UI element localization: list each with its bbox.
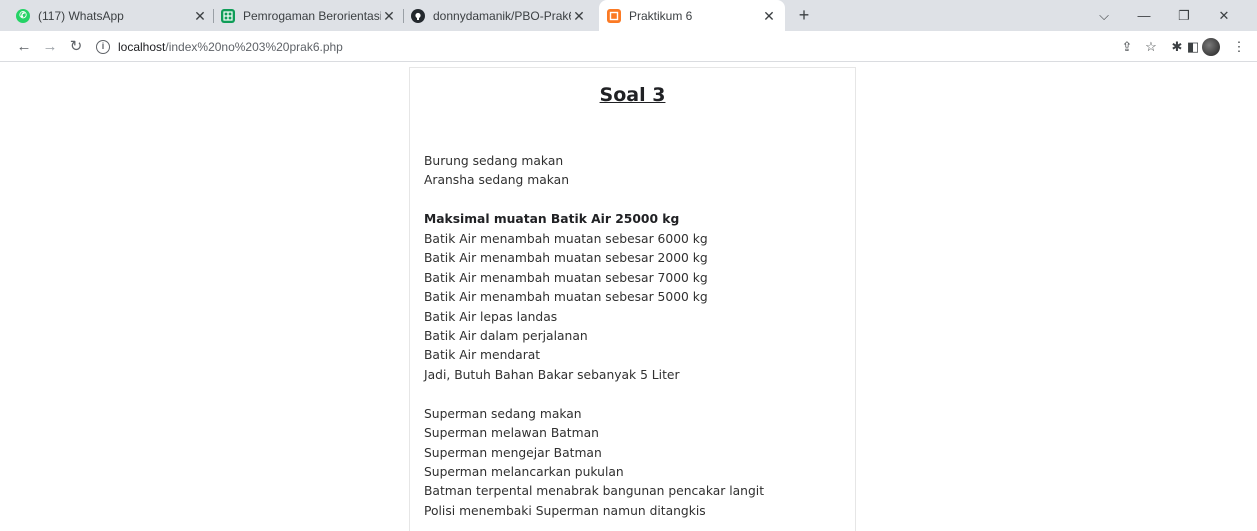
output-line: Polisi menembaki Superman namun ditangki… <box>424 503 706 518</box>
output-line: Burung sedang makan <box>424 154 564 168</box>
tab-strip: ✆ (117) WhatsApp ✕ Pemrogaman Berorienta… <box>0 0 1257 31</box>
close-window-button[interactable]: ✕ <box>1204 0 1244 31</box>
whatsapp-icon: ✆ <box>16 8 30 23</box>
tab-title: Pemrogaman Berorientasi Objek <box>243 8 381 23</box>
address-bar[interactable]: i localhost/index%20no%203%20prak6.php <box>96 36 1096 58</box>
side-panel-icon: ◧ <box>1186 39 1200 54</box>
reload-button[interactable]: ↻ <box>66 37 86 57</box>
close-icon[interactable]: ✕ <box>381 8 397 24</box>
chevron-down-icon: ⌵ <box>1099 7 1109 23</box>
xampp-icon <box>607 8 621 23</box>
reload-icon: ↻ <box>69 38 83 55</box>
output-line: Batik Air dalam perjalanan <box>424 328 588 343</box>
github-icon <box>411 8 425 23</box>
back-arrow-icon: ← <box>16 38 32 55</box>
tab-whatsapp[interactable]: ✆ (117) WhatsApp ✕ <box>16 0 208 31</box>
url-host: localhost <box>118 40 166 54</box>
page-card: Soal 3 Burung sedang makan Aransha sedan… <box>409 67 856 531</box>
output-line: Batman terpental menabrak bangunan penca… <box>424 484 765 499</box>
menu-button[interactable]: ⋮ <box>1230 38 1248 56</box>
tab-title: Praktikum 6 <box>629 8 693 23</box>
output-line: Aransha sedang makan <box>424 173 570 188</box>
forward-arrow-icon: → <box>42 38 58 55</box>
output-content: Burung sedang makan Aransha sedang makan… <box>424 152 764 521</box>
browser-toolbar: ← → ↻ i localhost/index%20no%203%20prak6… <box>0 31 1257 62</box>
url-path: /index%20no%203%20prak6.php <box>165 40 343 54</box>
minimize-icon: — <box>1137 8 1151 23</box>
close-icon[interactable]: ✕ <box>761 8 777 24</box>
output-line: Batik Air lepas landas <box>424 309 558 324</box>
output-line: Superman sedang makan <box>424 406 582 421</box>
avatar[interactable] <box>1202 38 1220 56</box>
share-icon: ⇪ <box>1121 39 1133 54</box>
close-icon[interactable]: ✕ <box>192 8 208 24</box>
output-line: Batik Air menambah muatan sebesar 5000 k… <box>424 290 708 305</box>
tab-pemrograman[interactable]: Pemrogaman Berorientasi Objek ✕ <box>221 0 397 31</box>
output-line: Jadi, Butuh Bahan Bakar sebanyak 5 Liter <box>424 367 680 382</box>
tab-title: donnydamanik/PBO-Prak6 <box>433 8 571 23</box>
output-line: Superman melawan Batman <box>424 426 599 441</box>
tab-separator <box>403 9 404 23</box>
minimize-button[interactable]: — <box>1124 0 1164 31</box>
output-line: Batik Air menambah muatan sebesar 2000 k… <box>424 251 708 266</box>
new-tab-button[interactable]: + <box>794 5 814 25</box>
output-line: Superman melancarkan pukulan <box>424 465 624 479</box>
tab-github[interactable]: donnydamanik/PBO-Prak6 ✕ <box>411 0 587 31</box>
forward-button[interactable]: → <box>40 37 60 57</box>
back-button[interactable]: ← <box>14 37 34 57</box>
output-line: Batik Air menambah muatan sebesar 7000 k… <box>424 270 708 285</box>
share-button[interactable]: ⇪ <box>1118 38 1136 56</box>
bookmark-button[interactable]: ☆ <box>1142 38 1160 56</box>
output-line: Batik Air mendarat <box>424 348 541 363</box>
output-line: Superman mengejar Batman <box>424 445 602 460</box>
side-panel-button[interactable]: ◧ <box>1184 38 1202 56</box>
tab-separator <box>213 9 214 23</box>
tab-title: (117) WhatsApp <box>38 8 124 23</box>
puzzle-icon: ✱ <box>1171 39 1183 54</box>
tab-praktikum-6[interactable]: Praktikum 6 ✕ <box>599 0 785 31</box>
restore-button[interactable]: ❐ <box>1164 0 1204 31</box>
close-icon: ✕ <box>1218 7 1230 23</box>
page-title: Soal 3 <box>599 84 666 106</box>
star-icon: ☆ <box>1145 39 1157 54</box>
output-line: Batik Air menambah muatan sebesar 6000 k… <box>424 231 708 246</box>
tab-search-button[interactable]: ⌵ <box>1084 0 1124 31</box>
more-vert-icon: ⋮ <box>1232 39 1246 54</box>
close-icon[interactable]: ✕ <box>571 8 587 24</box>
info-icon[interactable]: i <box>96 40 110 54</box>
restore-icon: ❐ <box>1178 7 1190 23</box>
section-heading: Maksimal muatan Batik Air 25000 kg <box>424 212 680 227</box>
google-sheets-icon <box>221 8 235 23</box>
